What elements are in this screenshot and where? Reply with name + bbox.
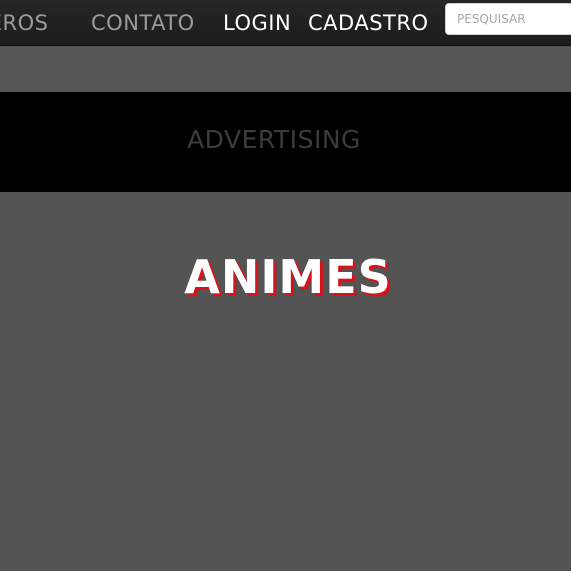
- advertising-banner: ADVERTISING: [0, 92, 571, 192]
- main-content: ANIMES: [0, 192, 571, 571]
- search-input[interactable]: [446, 4, 571, 34]
- nav-link-contato[interactable]: Contato: [91, 9, 195, 37]
- header-spacer: [0, 47, 571, 92]
- top-navbar: Gêneros Contato Login Cadastro: [0, 0, 571, 46]
- nav-link-login[interactable]: Login: [223, 9, 291, 37]
- advertising-label: ADVERTISING: [187, 125, 361, 154]
- nav-link-generos[interactable]: Gêneros: [0, 9, 48, 37]
- page-title: ANIMES: [184, 250, 392, 304]
- search-box: [445, 3, 571, 35]
- nav-link-cadastro[interactable]: Cadastro: [308, 9, 428, 37]
